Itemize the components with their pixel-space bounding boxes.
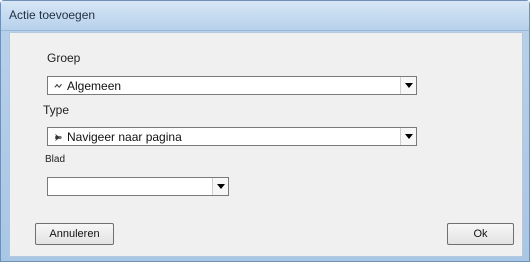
sheet-label: Blad — [45, 154, 66, 165]
type-label: Type — [43, 103, 70, 117]
flow-icon — [54, 83, 62, 89]
window-title: Actie toevoegen — [9, 8, 96, 22]
dialog-content: Groep Algemeen Type Navigeer naar pagina… — [9, 32, 523, 257]
sheet-select[interactable] — [47, 177, 229, 196]
chevron-down-icon[interactable] — [212, 178, 228, 195]
type-select[interactable]: Navigeer naar pagina — [47, 127, 417, 146]
ok-button[interactable]: Ok — [447, 223, 514, 245]
group-select[interactable]: Algemeen — [47, 76, 417, 95]
group-selected-value: Algemeen — [67, 79, 122, 93]
navigate-icon — [55, 134, 62, 141]
chevron-down-icon[interactable] — [400, 77, 416, 94]
dialog-window: Actie toevoegen Groep Algemeen Type Navi… — [0, 0, 530, 262]
chevron-down-icon[interactable] — [400, 128, 416, 145]
group-label: Groep — [47, 51, 81, 65]
type-selected-value: Navigeer naar pagina — [67, 130, 182, 144]
title-bar[interactable]: Actie toevoegen — [1, 1, 529, 31]
cancel-button[interactable]: Annuleren — [35, 223, 114, 245]
